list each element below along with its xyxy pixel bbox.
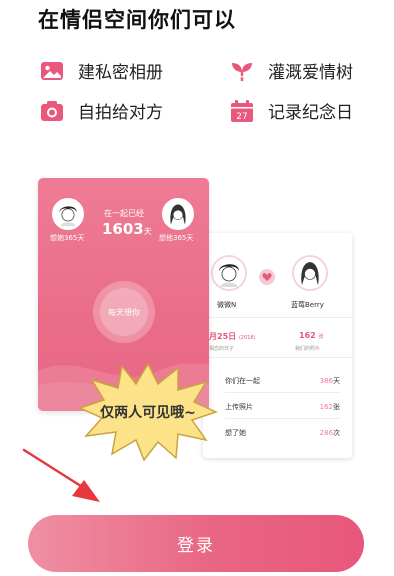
row-unit: 天 xyxy=(333,377,340,385)
list-item: 上传照片 162张 xyxy=(225,402,340,412)
avatar xyxy=(162,198,194,230)
together-days-value: 1603 xyxy=(102,220,144,238)
calendar-icon: 27 xyxy=(230,99,254,123)
avatar xyxy=(52,198,84,230)
feature-label: 自拍给对方 xyxy=(78,103,163,123)
list-item: 想了她 286次 xyxy=(225,428,340,438)
camera-icon xyxy=(40,99,64,123)
feature-private-album: 建私密相册 xyxy=(40,58,163,83)
arrow-pointer-icon xyxy=(22,448,100,502)
divider xyxy=(225,418,340,419)
row-value: 286 xyxy=(319,429,333,437)
feature-label: 灌溉爱情树 xyxy=(268,63,353,83)
photo-count: 162 张 xyxy=(299,331,324,340)
miss-count-right: 想他365天 xyxy=(159,234,194,242)
row-value: 162 xyxy=(319,403,333,411)
row-label: 上传照片 xyxy=(225,403,253,411)
feature-label: 建私密相册 xyxy=(78,63,163,83)
anniversary-caption: 相恋的日子 xyxy=(209,346,235,352)
anniversary-date: 月25日 (2018) xyxy=(209,331,256,342)
feature-love-tree: 灌溉爱情树 xyxy=(230,58,353,83)
together-days: 1603天 xyxy=(102,220,152,238)
feature-anniversary: 27 记录纪念日 xyxy=(230,98,353,123)
avatar xyxy=(292,255,328,291)
calendar-day-number: 27 xyxy=(236,112,247,122)
partner-name-left: 微微N xyxy=(217,301,237,309)
photo-count-caption: 我们的照片 xyxy=(295,346,321,352)
feature-label: 记录纪念日 xyxy=(268,103,353,123)
photo-album-icon xyxy=(40,59,64,83)
anniversary-date-value: 月25日 xyxy=(209,332,237,341)
together-days-unit: 天 xyxy=(143,227,152,236)
photo-count-value: 162 xyxy=(299,331,316,340)
divider xyxy=(203,357,352,358)
login-button[interactable]: 登录 xyxy=(28,515,364,572)
profile-preview-card: 微微N 蓝莓Berry 月25日 (2018) 相恋的日子 162 张 我们的照… xyxy=(203,233,352,458)
miss-you-label: 每天想你 xyxy=(100,288,148,336)
miss-you-button[interactable]: 每天想你 xyxy=(93,281,155,343)
anniversary-year: (2018) xyxy=(238,335,256,341)
divider xyxy=(203,317,352,318)
row-label: 你们在一起 xyxy=(225,377,260,385)
partner-name-right: 蓝莓Berry xyxy=(291,301,324,309)
together-label: 在一起已经 xyxy=(104,209,144,218)
list-item: 你们在一起 386天 xyxy=(225,376,340,386)
avatar xyxy=(211,255,247,291)
row-unit: 张 xyxy=(333,403,340,411)
page-title: 在情侣空间你们可以 xyxy=(38,8,236,32)
private-notice: 仅两人可见哦~ xyxy=(100,405,196,421)
feature-selfie: 自拍给对方 xyxy=(40,98,163,123)
sprout-icon xyxy=(230,59,254,83)
photo-count-unit: 张 xyxy=(318,334,324,340)
miss-count-left: 想她365天 xyxy=(50,234,85,242)
divider xyxy=(225,392,340,393)
row-unit: 次 xyxy=(333,429,340,437)
row-label: 想了她 xyxy=(225,429,246,437)
row-value: 386 xyxy=(319,377,333,385)
heart-icon xyxy=(259,269,275,285)
